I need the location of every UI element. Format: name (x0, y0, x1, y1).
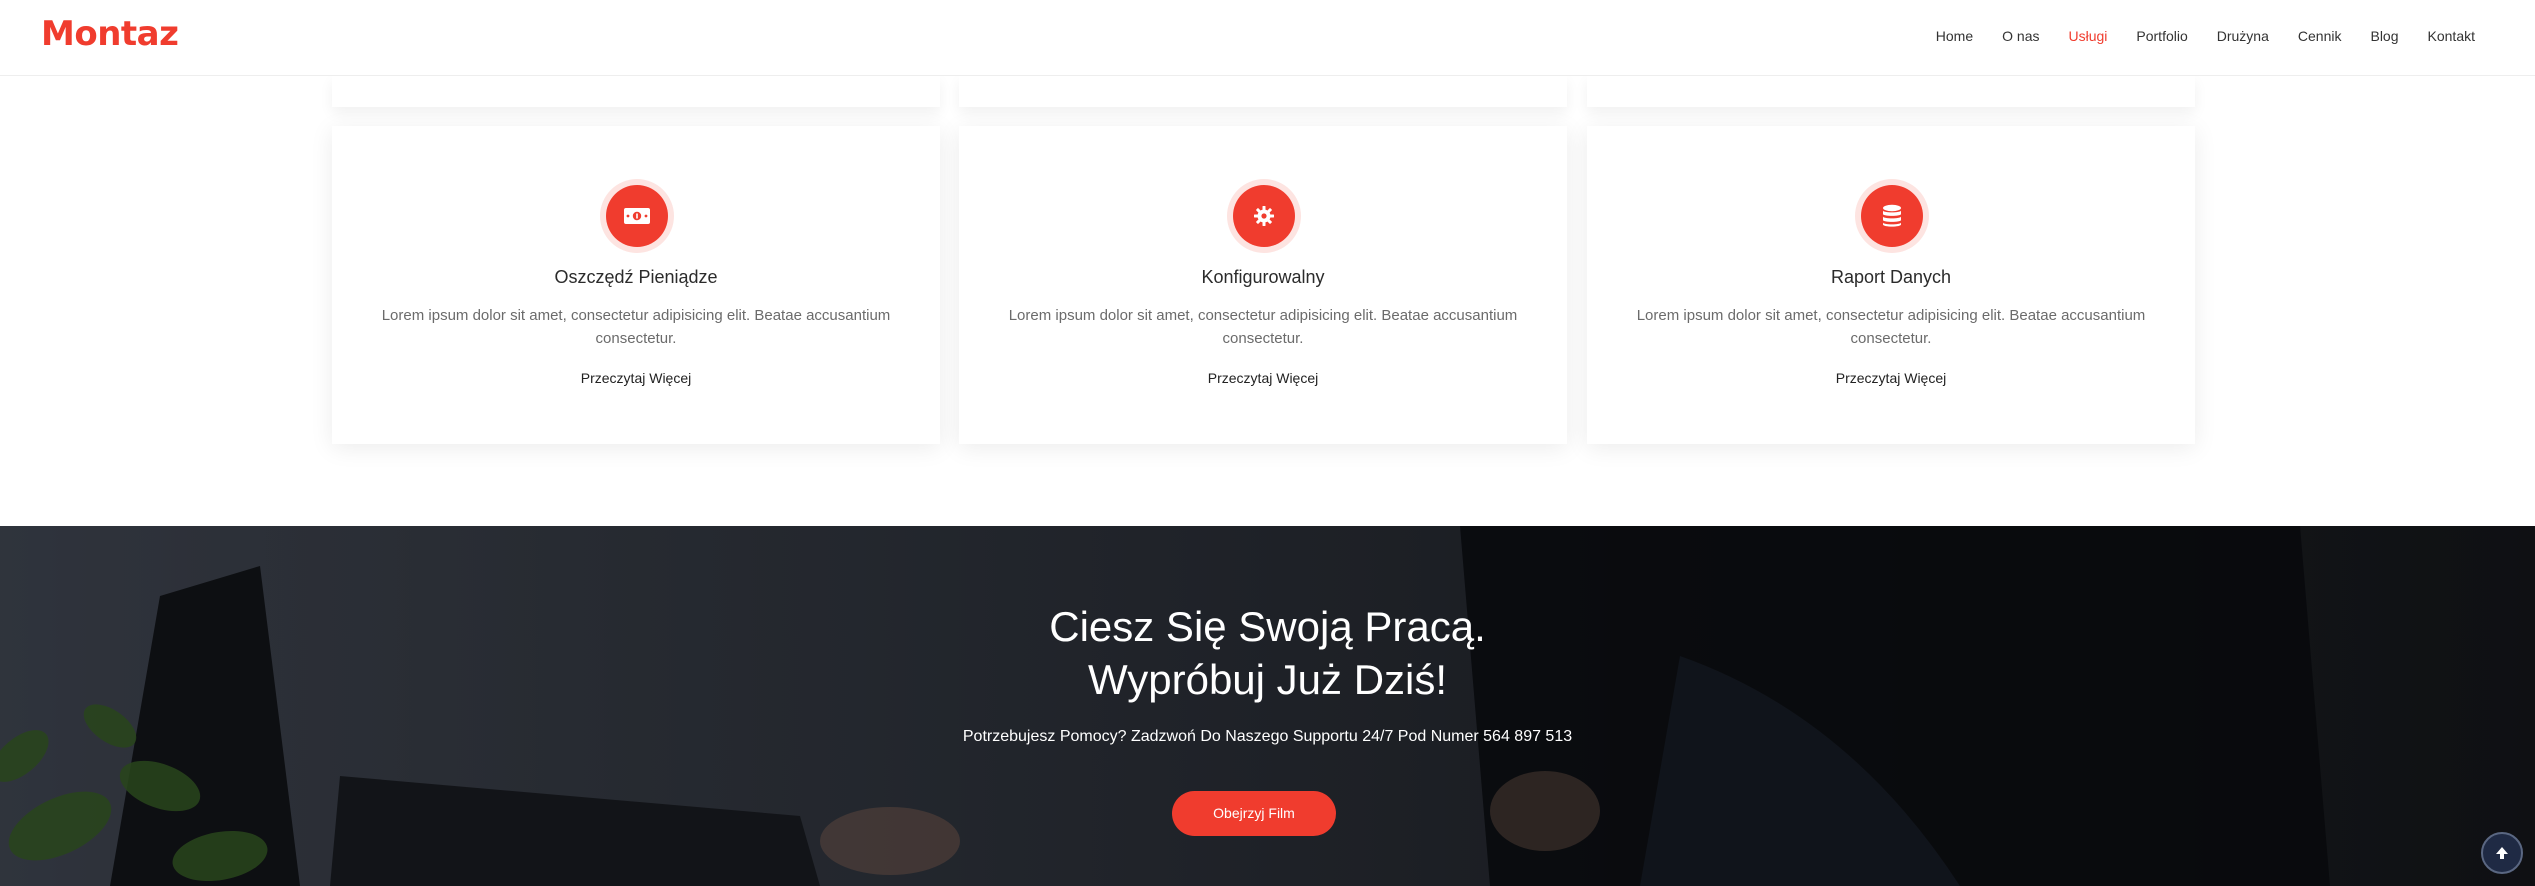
service-card-save-money: Oszczędź Pieniądze Lorem ipsum dolor sit… (332, 126, 940, 444)
read-more-link[interactable]: Przeczytaj Więcej (1587, 370, 2195, 386)
logo[interactable]: Montaz (41, 14, 179, 54)
hero-title: Ciesz Się Swoją Pracą. Wypróbuj Już Dziś… (0, 600, 2535, 706)
card-title: Raport Danych (1830, 267, 1952, 287)
nav-item-contact[interactable]: Kontakt (2428, 28, 2475, 44)
nav-item-about[interactable]: O nas (2002, 28, 2039, 44)
watch-video-button[interactable]: Obejrzyj Film (1172, 791, 1336, 836)
hero-title-line1: Ciesz Się Swoją Pracą. (1049, 603, 1486, 650)
hero-subtitle: Potrzebujesz Pomocy? Zadzwoń Do Naszego … (962, 728, 1573, 745)
card-title: Oszczędź Pieniądze (554, 267, 718, 287)
services-section: Oszczędź Pieniądze Lorem ipsum dolor sit… (0, 76, 2535, 526)
nav-item-portfolio[interactable]: Portfolio (2136, 28, 2187, 44)
card-stub (1587, 76, 2195, 107)
main-nav: Home O nas Usługi Portfolio Drużyna Cenn… (1907, 28, 2475, 44)
read-more-link[interactable]: Przeczytaj Więcej (332, 370, 940, 386)
nav-item-services[interactable]: Usługi (2068, 28, 2107, 44)
card-stub (332, 76, 940, 107)
cta-hero: Ciesz Się Swoją Pracą. Wypróbuj Już Dziś… (0, 526, 2535, 886)
nav-item-blog[interactable]: Blog (2370, 28, 2398, 44)
nav-item-team[interactable]: Drużyna (2217, 28, 2269, 44)
scroll-to-top-button[interactable] (2481, 832, 2523, 874)
read-more-link[interactable]: Przeczytaj Więcej (959, 370, 1567, 386)
site-header: Montaz Home O nas Usługi Portfolio Druży… (0, 0, 2535, 76)
service-card-configurable: Konfigurowalny Lorem ipsum dolor sit ame… (959, 126, 1567, 444)
nav-item-home[interactable]: Home (1936, 28, 1973, 44)
nav-item-pricing[interactable]: Cennik (2298, 28, 2342, 44)
card-text: Lorem ipsum dolor sit amet, consectetur … (1636, 307, 2146, 347)
gear-icon (1233, 185, 1295, 247)
card-text: Lorem ipsum dolor sit amet, consectetur … (381, 307, 891, 347)
database-icon (1861, 185, 1923, 247)
service-card-data-report: Raport Danych Lorem ipsum dolor sit amet… (1587, 126, 2195, 444)
card-text: Lorem ipsum dolor sit amet, consectetur … (1008, 307, 1518, 347)
hero-title-line2: Wypróbuj Już Dziś! (1087, 656, 1448, 703)
card-stub (959, 76, 1567, 107)
money-bill-icon (606, 185, 668, 247)
card-title: Konfigurowalny (1201, 267, 1325, 287)
arrow-up-icon (2496, 847, 2508, 859)
